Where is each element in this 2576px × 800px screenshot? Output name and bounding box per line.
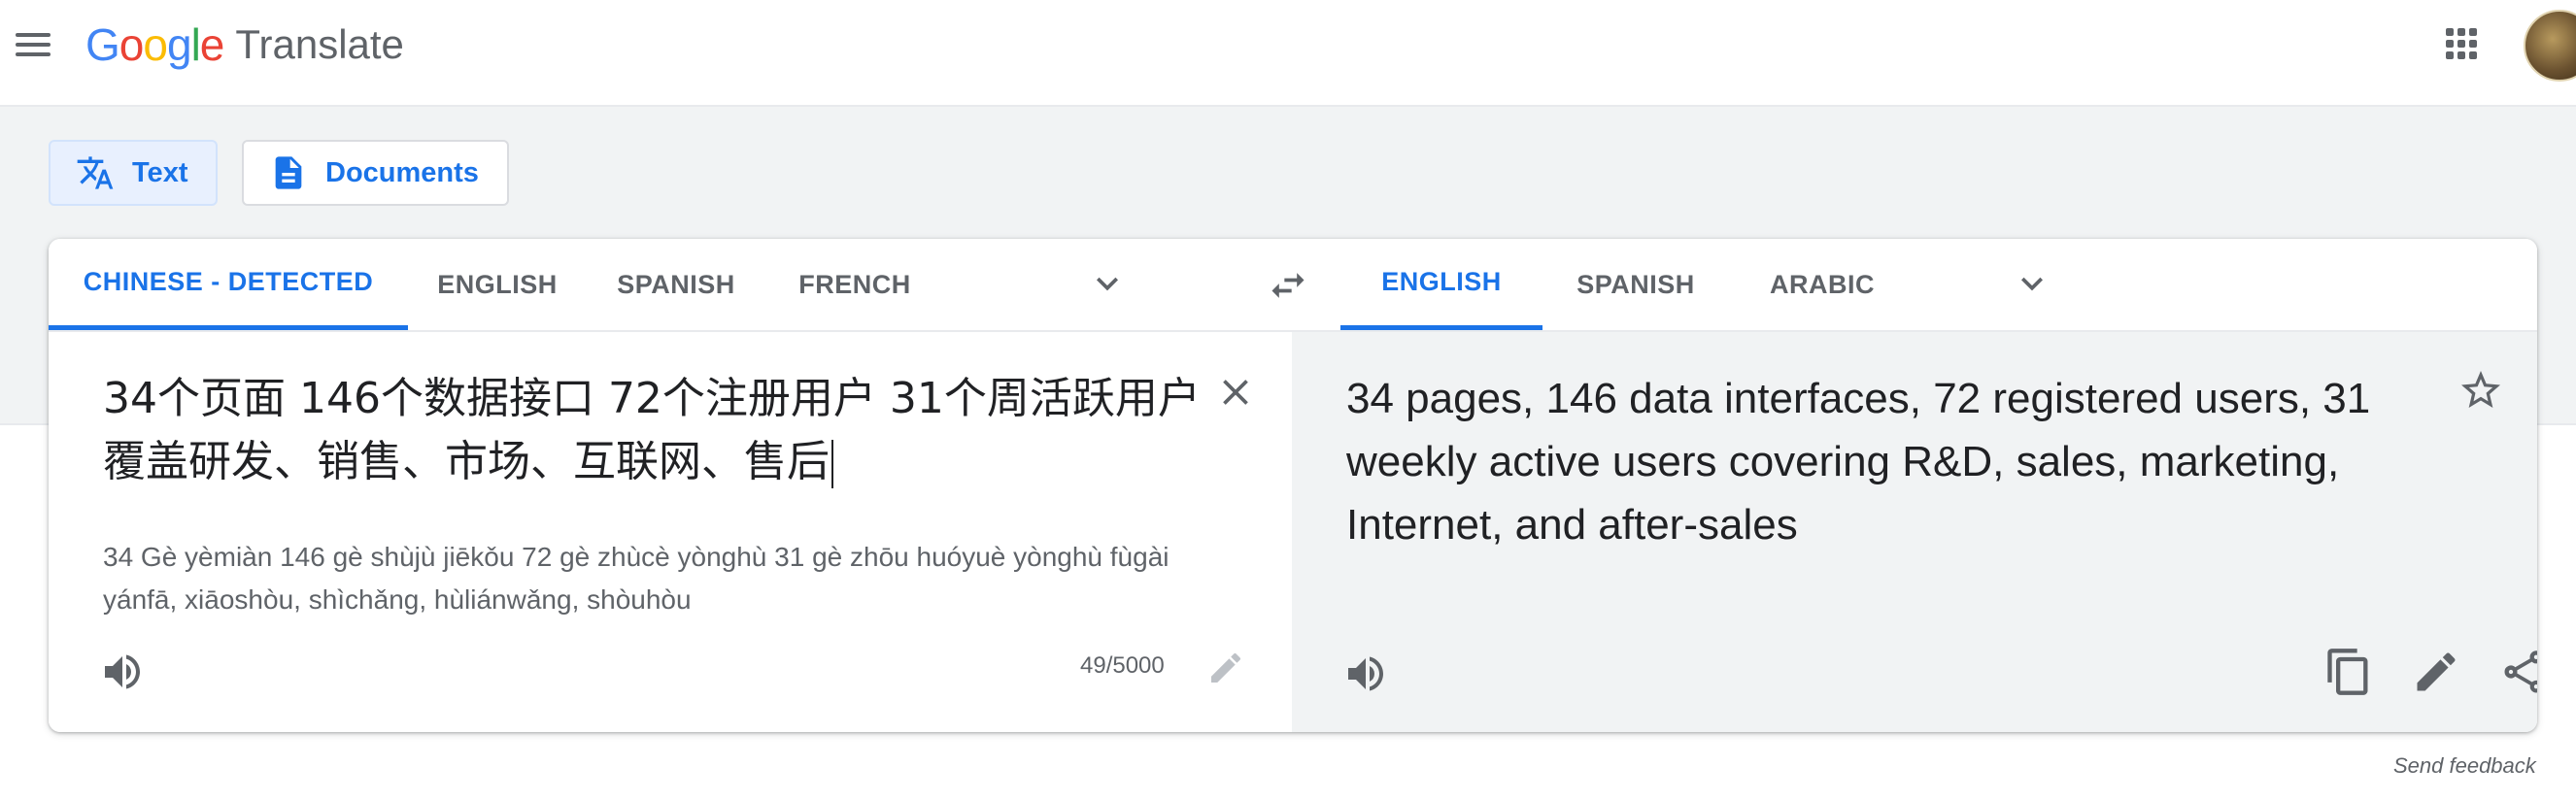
account-avatar[interactable] — [2524, 10, 2576, 82]
google-translate-logo[interactable]: Google Translate — [85, 17, 404, 72]
document-icon — [269, 153, 308, 192]
top-app-bar: Google Translate — [0, 0, 2576, 107]
target-tab-english[interactable]: ENGLISH — [1340, 239, 1542, 330]
source-more-languages-chevron-icon[interactable] — [1086, 262, 1129, 305]
target-tab-spanish[interactable]: SPANISH — [1542, 239, 1729, 330]
text-mode-label: Text — [132, 156, 188, 188]
swap-languages-icon[interactable] — [1267, 264, 1309, 307]
logo-letter: G — [85, 19, 120, 70]
character-counter: 49/5000 — [1080, 652, 1165, 679]
apps-grid-icon[interactable] — [2444, 26, 2479, 61]
text-cursor — [831, 440, 833, 488]
translate-icon — [76, 153, 115, 192]
source-tab-detected[interactable]: CHINESE - DETECTED — [49, 239, 408, 330]
translation-listen-speaker-icon[interactable] — [1342, 650, 1389, 697]
logo-letter: o — [143, 19, 168, 70]
source-tab-spanish[interactable]: SPANISH — [587, 239, 765, 330]
translation-card: CHINESE - DETECTED ENGLISH SPANISH FRENC… — [49, 239, 2537, 732]
handwriting-pencil-icon[interactable] — [1206, 649, 1245, 687]
menu-icon[interactable] — [14, 25, 52, 64]
logo-letter: e — [199, 19, 225, 70]
documents-mode-button[interactable]: Documents — [242, 140, 509, 206]
share-translation-icon[interactable] — [2498, 647, 2537, 697]
source-text-input[interactable]: 34个页面 146个数据接口 72个注册用户 31个周活跃用户 覆盖研发、销售、… — [103, 367, 1230, 493]
source-listen-speaker-icon[interactable] — [99, 649, 146, 695]
target-tab-arabic[interactable]: ARABIC — [1729, 239, 1915, 330]
logo-letter: o — [119, 19, 145, 70]
translation-pane: 34 pages, 146 data interfaces, 72 regist… — [1292, 332, 2537, 732]
source-tab-french[interactable]: FRENCH — [765, 239, 944, 330]
source-tab-english[interactable]: ENGLISH — [408, 239, 587, 330]
google-wordmark: Google — [85, 18, 225, 71]
translated-text: 34 pages, 146 data interfaces, 72 regist… — [1346, 375, 2371, 549]
send-feedback-link[interactable]: Send feedback — [2393, 753, 2536, 779]
text-mode-button[interactable]: Text — [49, 140, 218, 206]
source-text: 34个页面 146个数据接口 72个注册用户 31个周活跃用户 覆盖研发、销售、… — [103, 374, 1201, 486]
save-translation-star-icon[interactable] — [2457, 367, 2504, 414]
logo-letter: g — [166, 19, 192, 70]
language-bar: CHINESE - DETECTED ENGLISH SPANISH FRENC… — [49, 239, 2537, 332]
logo-letter: l — [190, 19, 201, 70]
product-name: Translate — [235, 21, 404, 67]
source-pane: 34个页面 146个数据接口 72个注册用户 31个周活跃用户 覆盖研发、销售、… — [49, 332, 1292, 732]
suggest-edit-pencil-icon[interactable] — [2411, 647, 2461, 697]
clear-source-icon[interactable] — [1214, 371, 1257, 414]
source-transliteration: 34 Gè yèmiàn 146 gè shùjù jiēkǒu 72 gè z… — [103, 542, 1169, 615]
target-more-languages-chevron-icon[interactable] — [2011, 262, 2053, 305]
copy-translation-icon[interactable] — [2323, 647, 2374, 697]
documents-mode-label: Documents — [325, 156, 479, 188]
